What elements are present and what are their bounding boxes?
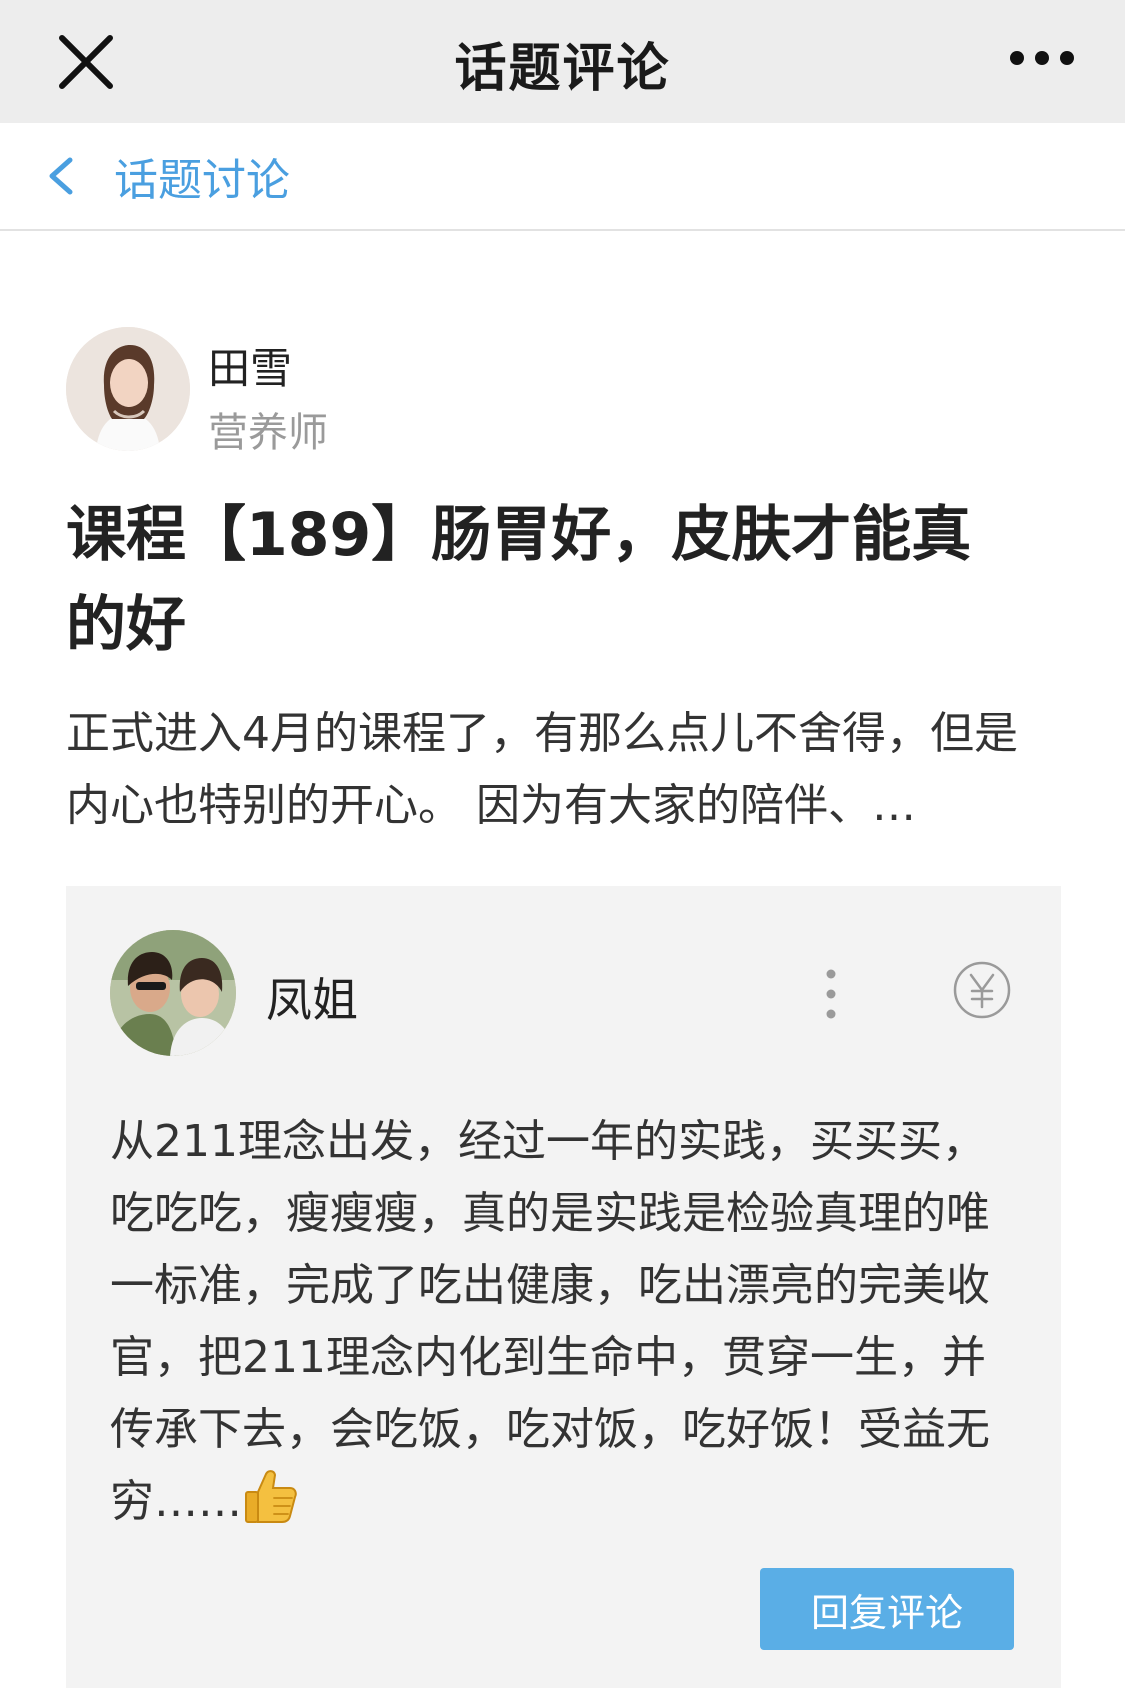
back-button[interactable]: 话题讨论 xyxy=(40,141,290,211)
reply-comment-button[interactable]: 回复评论 xyxy=(760,1568,1014,1650)
author-avatar[interactable] xyxy=(66,327,190,451)
more-vertical-icon[interactable] xyxy=(814,966,848,1022)
back-label: 话题讨论 xyxy=(114,155,290,206)
nav-bar: 话题讨论 xyxy=(0,123,1125,231)
watermark: QGF xyxy=(1084,1645,1119,1664)
chevron-left-icon xyxy=(49,157,73,195)
comment-text: 从211理念出发，经过一年的实践，买买买，吃吃吃，瘦瘦瘦，真的是实践是检验真理的… xyxy=(110,1106,1010,1546)
title-bar: 话题评论 xyxy=(0,0,1125,123)
author-role: 营养师 xyxy=(208,410,328,456)
post-excerpt[interactable]: 正式进入4月的课程了，有那么点儿不舍得，但是内心也特别的开心。 因为有大家的陪伴… xyxy=(66,698,1056,842)
commenter-name[interactable]: 凤姐 xyxy=(266,964,358,1030)
author-name[interactable]: 田雪 xyxy=(208,335,292,396)
window-title: 话题评论 xyxy=(454,39,671,99)
more-horizontal-icon[interactable] xyxy=(1007,46,1077,70)
commenter-avatar[interactable] xyxy=(110,930,236,1056)
comment-card: 凤姐 从211理念出发，经过一年的实践，买买买，吃吃吃，瘦瘦瘦，真的是实践是检验… xyxy=(66,886,1061,1688)
post-title: 课程【189】肠胃好，皮肤才能真的好 xyxy=(66,500,972,660)
thumbs-up-icon xyxy=(244,1466,298,1546)
yen-icon[interactable] xyxy=(952,960,1012,1020)
comment-body: 从211理念出发，经过一年的实践，买买买，吃吃吃，瘦瘦瘦，真的是实践是检验真理的… xyxy=(110,1116,990,1527)
